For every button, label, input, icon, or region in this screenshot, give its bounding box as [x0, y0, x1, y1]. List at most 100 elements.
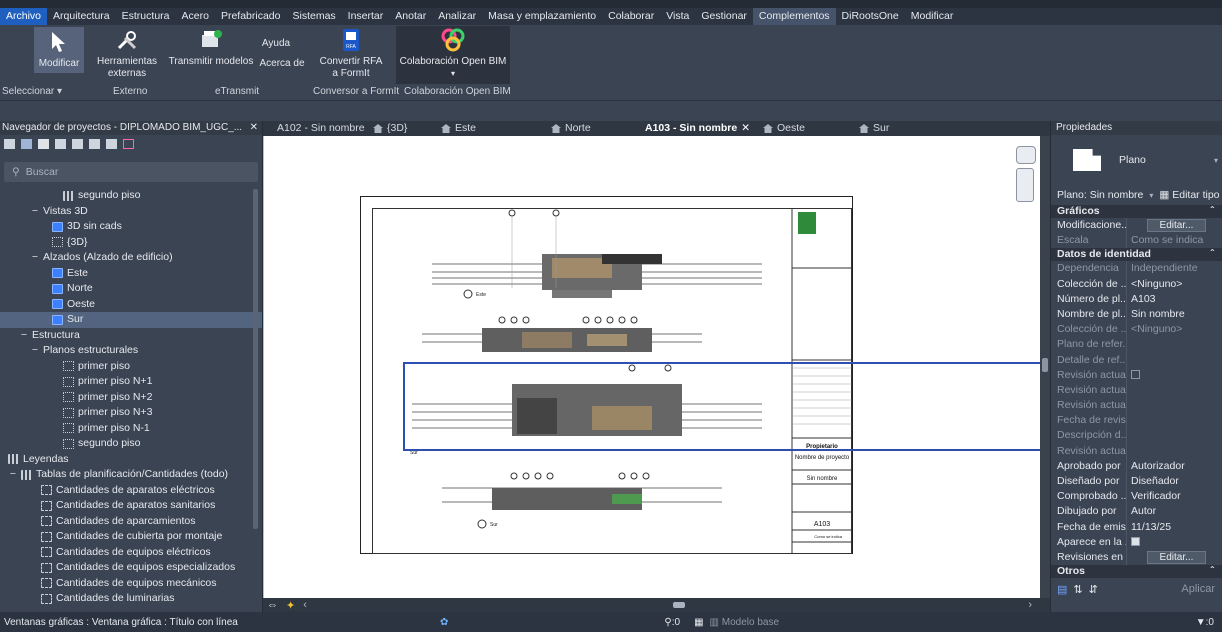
categorized-icon[interactable]: ▤: [1057, 583, 1067, 596]
view-tab[interactable]: {3D}: [363, 121, 431, 136]
apply-button[interactable]: Aplicar: [1181, 583, 1215, 595]
editable-icon[interactable]: ⚲:0: [664, 617, 680, 628]
navigation-bar[interactable]: [1016, 146, 1040, 206]
browser-scrollbar[interactable]: [253, 189, 258, 529]
menu-tab-11[interactable]: Vista: [660, 8, 695, 25]
menu-tab-15[interactable]: Modificar: [905, 8, 960, 25]
menu-tab-6[interactable]: Insertar: [342, 8, 390, 25]
open-bim-button[interactable]: Colaboración Open BIM ▾: [396, 27, 510, 80]
property-row[interactable]: Revisión actua...: [1051, 382, 1222, 399]
sort-az-icon[interactable]: ⇅: [1073, 583, 1082, 596]
canvas-vertical-scrollbar[interactable]: [1040, 136, 1050, 598]
tree-item[interactable]: primer piso N-1: [0, 421, 262, 437]
property-row[interactable]: Plano de refer...: [1051, 337, 1222, 353]
edit-type-button[interactable]: ▦ Editar tipo: [1159, 189, 1219, 201]
property-row[interactable]: Escala Como se indica: [1051, 233, 1222, 249]
viewport-selection-box[interactable]: [403, 362, 1050, 451]
tree-item[interactable]: Cantidades de equipos eléctricos: [0, 545, 262, 561]
menu-tab-9[interactable]: Masa y emplazamiento: [482, 8, 602, 25]
section-graficos[interactable]: Gráficos ˆ: [1051, 205, 1222, 218]
property-row[interactable]: Modificacione... Editar...: [1051, 218, 1222, 234]
property-value[interactable]: [1126, 398, 1222, 414]
property-value[interactable]: [1126, 337, 1222, 353]
workset-icon[interactable]: ✿: [440, 617, 448, 628]
tree-item[interactable]: segundo piso: [0, 188, 262, 204]
menu-tab-7[interactable]: Anotar: [389, 8, 432, 25]
about-button[interactable]: Acerca de: [257, 58, 307, 70]
light-icon[interactable]: ✦: [286, 599, 295, 612]
tree-item[interactable]: − Vistas 3D: [0, 204, 262, 220]
sort-za-icon[interactable]: ⇵: [1089, 583, 1098, 596]
family-icon[interactable]: [72, 139, 83, 149]
property-value[interactable]: [1126, 428, 1222, 444]
checkbox[interactable]: [1131, 537, 1140, 547]
external-tools-button[interactable]: Herramientas externas: [88, 27, 166, 80]
canvas-horizontal-scrollbar[interactable]: ⇔ ✦ ‹ ›: [263, 598, 1050, 612]
menu-tab-1[interactable]: Arquitectura: [47, 8, 116, 25]
property-value[interactable]: [1126, 534, 1222, 550]
filter-icon[interactable]: ▼:0: [1196, 617, 1214, 628]
menu-tab-8[interactable]: Analizar: [432, 8, 482, 25]
menu-tab-2[interactable]: Estructura: [116, 8, 176, 25]
tree-item[interactable]: Cantidades de equipos especializados: [0, 560, 262, 576]
menu-tab-10[interactable]: Colaborar: [602, 8, 660, 25]
tree-item[interactable]: Cantidades de luminarias: [0, 591, 262, 607]
zoom-icon[interactable]: [1016, 146, 1036, 164]
close-icon[interactable]: ✕: [250, 121, 262, 135]
view-tab[interactable]: Oeste: [753, 121, 849, 136]
collapse-toggle-icon[interactable]: −: [19, 328, 29, 344]
tree-item[interactable]: Cantidades de aparatos eléctricos: [0, 483, 262, 499]
property-value[interactable]: [1126, 413, 1222, 429]
property-value[interactable]: [1126, 443, 1222, 459]
property-value[interactable]: [1126, 382, 1222, 399]
panel-select-label[interactable]: Seleccionar ▾: [2, 86, 62, 97]
property-value[interactable]: Editar...: [1126, 549, 1222, 566]
transmit-models-button[interactable]: Transmitir modelos: [168, 27, 254, 68]
tree-item[interactable]: 3D sin cads: [0, 219, 262, 235]
tree-item[interactable]: − Tablas de planificación/Cantidades (tod…: [0, 467, 262, 483]
property-value[interactable]: [1126, 352, 1222, 368]
tree-item[interactable]: − Alzados (Alzado de edificio): [0, 250, 262, 266]
view-tab[interactable]: Norte: [541, 121, 631, 136]
property-value[interactable]: <Ninguno>: [1126, 322, 1222, 338]
view-icon[interactable]: [21, 139, 32, 149]
tree-item[interactable]: Cantidades de equipos mecánicos: [0, 576, 262, 592]
table-icon[interactable]: [55, 139, 66, 149]
browser-search-input[interactable]: ⚲ Buscar: [4, 162, 258, 182]
menu-tab-0[interactable]: Archivo: [0, 8, 48, 25]
property-value[interactable]: Autor: [1126, 504, 1222, 520]
chevron-down-icon[interactable]: ▾: [1149, 191, 1153, 200]
collapse-toggle-icon[interactable]: −: [30, 250, 40, 266]
property-row[interactable]: Revisión actua...: [1051, 367, 1222, 383]
property-row[interactable]: Fecha de emis...11/13/25: [1051, 519, 1222, 535]
model-selector[interactable]: ▥ Modelo base: [710, 617, 780, 628]
help-button[interactable]: Ayuda: [259, 38, 293, 50]
property-value[interactable]: Editar...: [1126, 218, 1222, 234]
property-value[interactable]: Sin nombre: [1126, 306, 1222, 323]
type-selector[interactable]: Plano ▾: [1051, 135, 1222, 185]
property-value[interactable]: 11/13/25: [1126, 519, 1222, 535]
property-row[interactable]: Dependencia Independiente: [1051, 261, 1222, 277]
tree-item[interactable]: primer piso N+3: [0, 405, 262, 421]
close-icon[interactable]: ✕: [741, 121, 750, 136]
menu-tab-5[interactable]: Sistemas: [286, 8, 341, 25]
tree-item[interactable]: {3D}: [0, 235, 262, 251]
home-icon[interactable]: [4, 139, 15, 149]
property-value[interactable]: [1126, 367, 1222, 383]
property-row[interactable]: Número de pl... A103: [1051, 291, 1222, 307]
view-tab[interactable]: A102 - Sin nombre: [263, 121, 365, 136]
property-row[interactable]: Fecha de revis...: [1051, 413, 1222, 429]
tree-item[interactable]: Oeste: [0, 297, 262, 313]
tree-item[interactable]: Norte: [0, 281, 262, 297]
property-row[interactable]: Revisión actual: [1051, 443, 1222, 459]
menu-tab-14[interactable]: DiRootsOne: [836, 8, 905, 25]
menu-tab-4[interactable]: Prefabricado: [215, 8, 287, 25]
menu-tab-13[interactable]: Complementos: [752, 8, 836, 25]
collapse-toggle-icon[interactable]: −: [8, 467, 18, 483]
checkbox[interactable]: [1131, 370, 1140, 380]
property-row[interactable]: Revisiones en ... Editar...: [1051, 549, 1222, 566]
tree-item[interactable]: primer piso N+2: [0, 390, 262, 406]
tree-item[interactable]: primer piso: [0, 359, 262, 375]
property-value[interactable]: Como se indica: [1126, 233, 1222, 249]
tree-item[interactable]: Este: [0, 266, 262, 282]
